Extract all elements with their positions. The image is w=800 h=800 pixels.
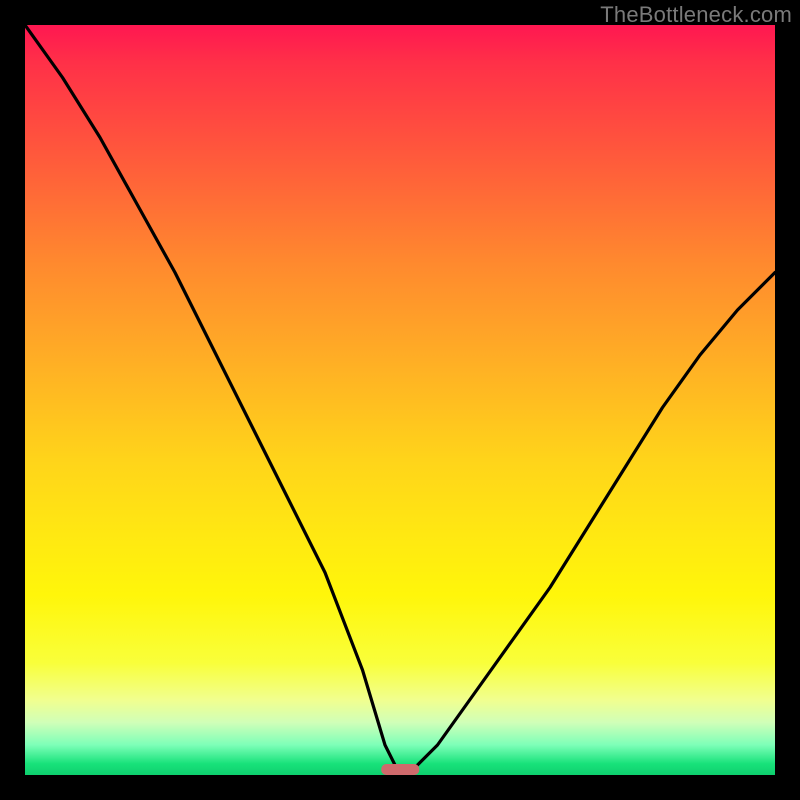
bottleneck-curve: [25, 25, 775, 775]
optimal-range-marker: [381, 764, 419, 775]
chart-frame: TheBottleneck.com: [0, 0, 800, 800]
plot-area: [25, 25, 775, 775]
